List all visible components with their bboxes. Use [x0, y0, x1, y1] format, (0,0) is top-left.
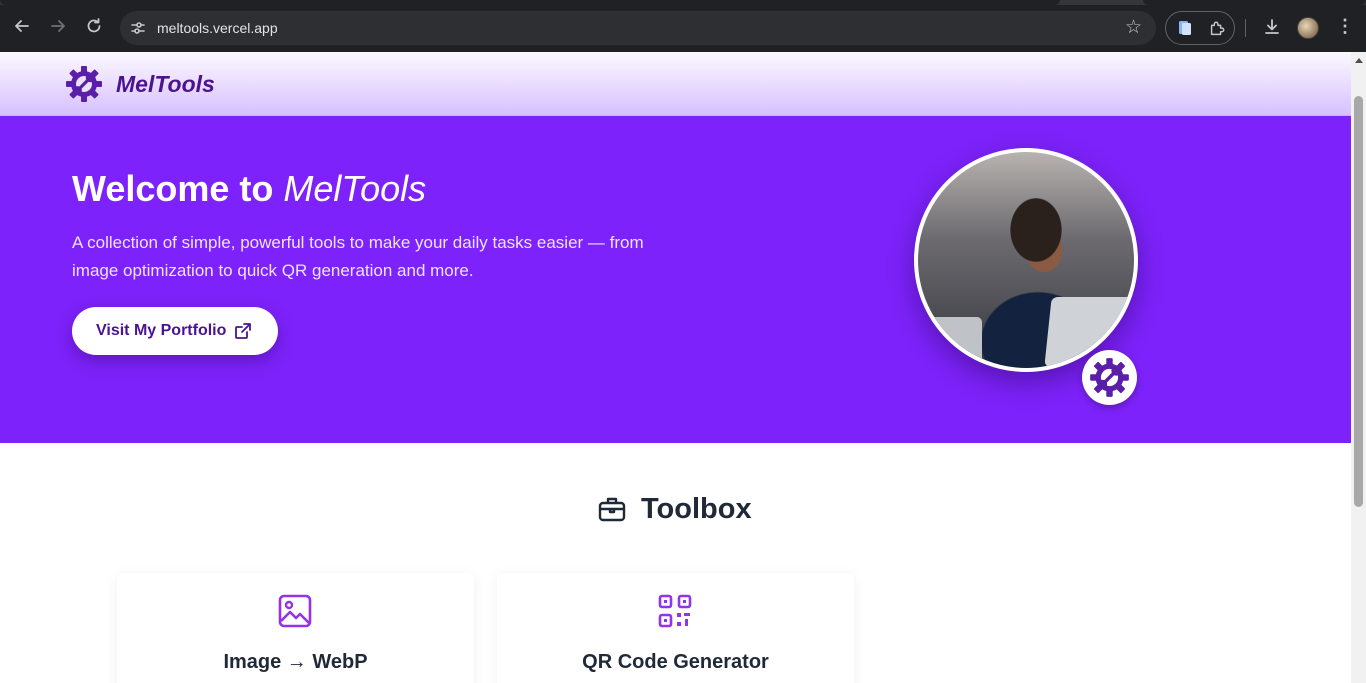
visit-portfolio-label: Visit My Portfolio: [96, 322, 227, 339]
toolbox-title: Toolbox: [641, 493, 752, 525]
back-arrow-icon[interactable]: [12, 16, 32, 36]
gear-wrench-badge-icon: [1090, 358, 1129, 397]
hero-description: A collection of simple, powerful tools t…: [72, 233, 644, 280]
active-tab-edge: [0, 0, 1060, 5]
visit-portfolio-button[interactable]: Visit My Portfolio: [72, 307, 278, 355]
profile-badge: [1082, 350, 1137, 405]
image-icon: [278, 594, 312, 628]
external-link-icon: [235, 323, 251, 339]
kebab-menu-icon[interactable]: ⋮: [1336, 15, 1354, 37]
scroll-up-arrow-icon[interactable]: [1355, 58, 1363, 63]
qr-code-icon: [658, 594, 692, 628]
address-bar[interactable]: meltools.vercel.app ☆: [120, 11, 1156, 45]
tool-card-title: Image → WebP: [223, 651, 368, 673]
profile-photo: [914, 148, 1138, 372]
tool-card-image-webp[interactable]: Image → WebP: [117, 573, 474, 683]
forward-arrow-icon[interactable]: [48, 16, 68, 36]
hero-section: Welcome to MelTools A collection of simp…: [0, 116, 1351, 443]
site-header: MelTools: [0, 52, 1351, 116]
gear-wrench-logo-icon[interactable]: [64, 64, 104, 104]
toolbox-icon: [598, 497, 626, 522]
page-scrollbar[interactable]: [1351, 52, 1366, 683]
url-text[interactable]: meltools.vercel.app: [157, 20, 278, 36]
tool-card-qr-code[interactable]: QR Code Generator: [497, 573, 854, 683]
download-icon[interactable]: [1262, 17, 1282, 37]
profile-avatar[interactable]: [1297, 17, 1319, 39]
hero-title-brand: MelTools: [283, 168, 427, 209]
page-viewport: MelTools Welcome to MelTools A collectio…: [0, 52, 1351, 683]
extension-icon[interactable]: [1177, 20, 1193, 36]
reload-icon[interactable]: [84, 16, 104, 36]
tab-strip: [0, 0, 1366, 5]
photo-laptop-left: [922, 317, 982, 367]
scrollbar-thumb[interactable]: [1354, 96, 1363, 507]
hero-title: Welcome to MelTools: [72, 168, 426, 210]
site-logo-text[interactable]: MelTools: [116, 70, 215, 98]
toolbar-separator: [1245, 19, 1246, 37]
puzzle-icon[interactable]: [1208, 20, 1226, 38]
tab-edge: [1143, 0, 1366, 5]
hero-title-prefix: Welcome to: [72, 168, 284, 209]
extensions-group: [1165, 11, 1235, 45]
bookmark-star-icon[interactable]: ☆: [1125, 17, 1142, 39]
tool-card-title: QR Code Generator: [582, 651, 769, 673]
browser-chrome: meltools.vercel.app ☆ ⋮: [0, 0, 1366, 52]
site-settings-icon[interactable]: [128, 18, 148, 38]
